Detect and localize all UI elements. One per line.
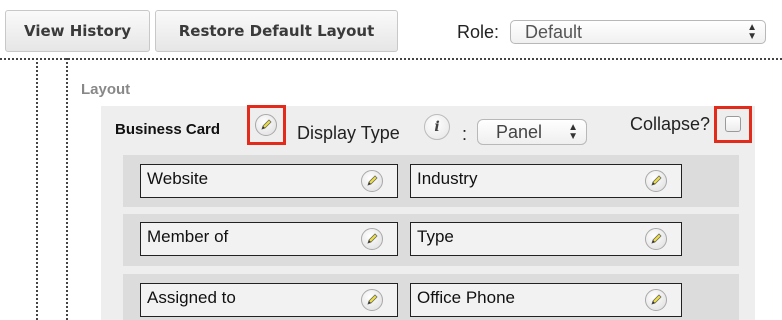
collapse-checkbox[interactable]: [725, 116, 741, 132]
select-arrows-icon: ▲ ▼: [747, 22, 757, 42]
collapse-label: Collapse?: [630, 114, 711, 134]
field-label: Industry: [417, 169, 478, 188]
panel-edit-pencil-icon[interactable]: [255, 114, 277, 136]
field-member-of[interactable]: Member of: [140, 222, 398, 256]
field-edit-pencil-icon[interactable]: [645, 289, 667, 311]
field-label: Type: [417, 227, 454, 246]
display-type-label: Display Type: [297, 123, 400, 143]
field-industry[interactable]: Industry: [410, 164, 682, 198]
layout-divider: [0, 58, 782, 60]
field-edit-pencil-icon[interactable]: [361, 289, 383, 311]
info-icon[interactable]: i: [424, 114, 450, 140]
field-type[interactable]: Type: [410, 222, 682, 256]
field-label: Assigned to: [147, 288, 236, 307]
field-label: Member of: [147, 227, 229, 246]
layout-heading: Layout: [81, 81, 131, 98]
field-website[interactable]: Website: [140, 164, 398, 198]
display-type-colon: :: [462, 124, 468, 144]
layout-guide-line: [36, 58, 38, 320]
layout-guide-line: [66, 58, 68, 320]
display-type-select[interactable]: Panel ▲ ▼: [477, 119, 587, 145]
view-history-button[interactable]: View History: [5, 10, 150, 52]
field-label: Office Phone: [417, 288, 515, 307]
role-select-value: Default: [525, 21, 583, 42]
field-label: Website: [147, 169, 209, 188]
role-label: Role:: [457, 22, 500, 42]
field-edit-pencil-icon[interactable]: [361, 228, 383, 250]
display-type-value: Panel: [496, 121, 543, 142]
field-assigned-to[interactable]: Assigned to: [140, 283, 398, 317]
role-select[interactable]: Default ▲ ▼: [510, 20, 766, 44]
field-office-phone[interactable]: Office Phone: [410, 283, 682, 317]
field-edit-pencil-icon[interactable]: [645, 170, 667, 192]
select-arrows-icon: ▲ ▼: [568, 122, 578, 142]
field-edit-pencil-icon[interactable]: [361, 170, 383, 192]
restore-default-layout-button[interactable]: Restore Default Layout: [155, 10, 398, 52]
field-edit-pencil-icon[interactable]: [645, 228, 667, 250]
panel-name: Business Card: [115, 121, 221, 138]
